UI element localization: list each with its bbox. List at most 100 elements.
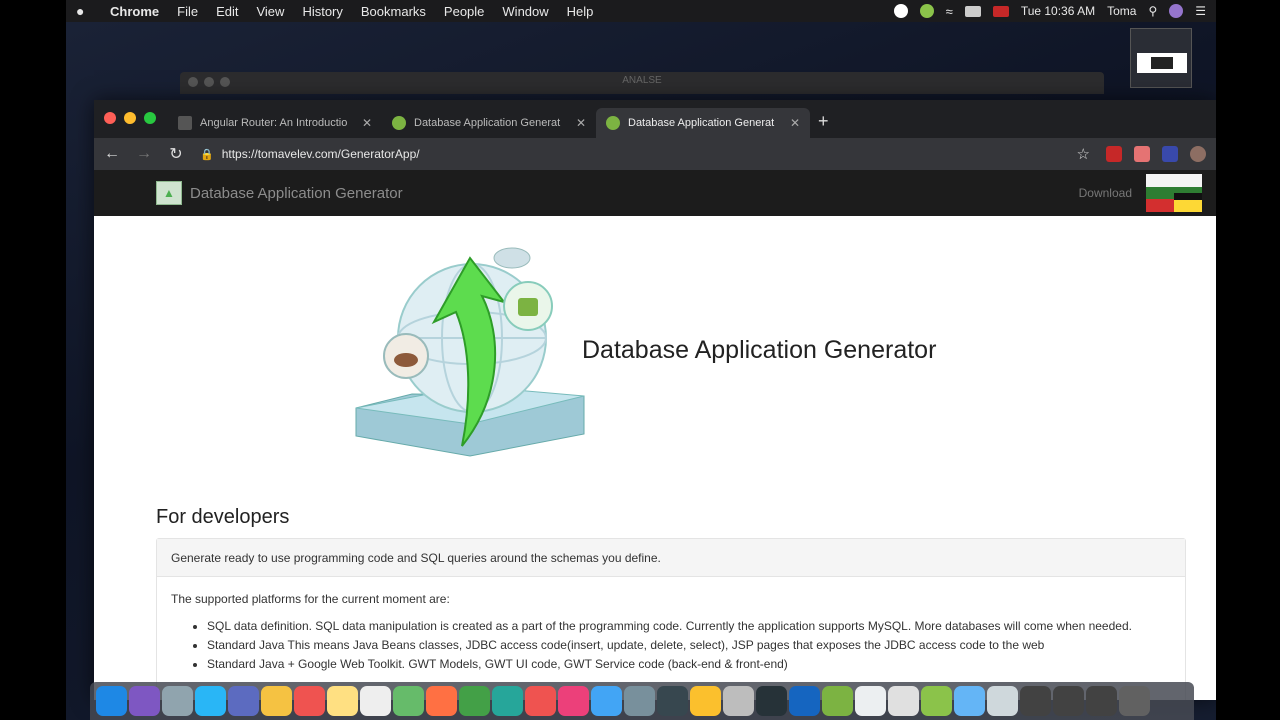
lock-icon[interactable]: 🔒 xyxy=(200,148,214,161)
language-flag-icon[interactable] xyxy=(1146,174,1202,212)
sync-icon[interactable] xyxy=(919,4,934,18)
close-tab-icon[interactable]: ✕ xyxy=(576,116,586,130)
menu-people[interactable]: People xyxy=(444,4,484,19)
minimize-window-icon[interactable] xyxy=(124,112,136,124)
android-icon[interactable] xyxy=(921,686,952,716)
android-studio-icon[interactable] xyxy=(822,686,853,716)
address-bar[interactable]: 🔒 https://tomavelev.com/GeneratorApp/ xyxy=(200,142,1061,166)
list-item: Standard Java This means Java Beans clas… xyxy=(207,637,1171,654)
record-icon[interactable] xyxy=(893,4,908,18)
tab-database-generator-2[interactable]: Database Application Generat ✕ xyxy=(596,108,810,138)
window-icon[interactable] xyxy=(987,686,1018,716)
menu-bar: ● Chrome File Edit View History Bookmark… xyxy=(66,0,1216,22)
close-tab-icon[interactable]: ✕ xyxy=(790,116,800,130)
finder-icon[interactable] xyxy=(96,686,127,716)
tab-bar: Angular Router: An Introductio ✕ Databas… xyxy=(94,100,1216,138)
photos-icon[interactable] xyxy=(426,686,457,716)
menu-window[interactable]: Window xyxy=(502,4,548,19)
flag-us-icon[interactable] xyxy=(992,5,1009,17)
appstore-icon[interactable] xyxy=(591,686,622,716)
itunes-icon[interactable] xyxy=(558,686,589,716)
list-item: SQL data definition. SQL data manipulati… xyxy=(207,618,1171,635)
font-book-icon[interactable] xyxy=(855,686,886,716)
trash-icon[interactable] xyxy=(1119,686,1150,716)
list-item: Standard Java + Google Web Toolkit. GWT … xyxy=(207,656,1171,673)
platforms-list: SQL data definition. SQL data manipulati… xyxy=(171,618,1171,673)
status-area: ≈ Tue 10:36 AM Toma ⚲ ☰ xyxy=(893,4,1206,19)
chrome-canary-icon[interactable] xyxy=(723,686,754,716)
tab-label: Database Application Generat xyxy=(414,117,561,129)
apple-menu-icon[interactable]: ● xyxy=(76,3,94,19)
browser-window: Angular Router: An Introductio ✕ Databas… xyxy=(94,100,1216,700)
window-icon[interactable] xyxy=(1086,686,1117,716)
extension-icon[interactable] xyxy=(1162,146,1178,162)
vscode-icon[interactable] xyxy=(789,686,820,716)
siri-icon[interactable] xyxy=(1169,4,1184,18)
android-icon xyxy=(606,116,620,130)
back-icon[interactable]: ← xyxy=(104,145,120,163)
siri-icon[interactable] xyxy=(129,686,160,716)
menu-help[interactable]: Help xyxy=(567,4,594,19)
new-tab-icon[interactable]: + xyxy=(818,111,829,132)
reload-icon[interactable]: ↻ xyxy=(168,144,184,164)
url-text[interactable]: https://tomavelev.com/GeneratorApp/ xyxy=(222,147,420,161)
launchpad-icon[interactable] xyxy=(162,686,193,716)
menu-view[interactable]: View xyxy=(256,4,284,19)
close-window-icon[interactable] xyxy=(104,112,116,124)
facetime-icon[interactable] xyxy=(492,686,523,716)
messages-icon[interactable] xyxy=(459,686,490,716)
menu-bookmarks[interactable]: Bookmarks xyxy=(361,4,426,19)
script-icon[interactable] xyxy=(888,686,919,716)
window-icon[interactable] xyxy=(1020,686,1051,716)
clock[interactable]: Tue 10:36 AM xyxy=(1021,4,1095,18)
menu-edit[interactable]: Edit xyxy=(216,4,238,19)
terminal-icon[interactable] xyxy=(756,686,787,716)
preview-icon[interactable] xyxy=(228,686,259,716)
menu-app-name[interactable]: Chrome xyxy=(110,4,159,19)
wifi-icon[interactable]: ≈ xyxy=(946,4,953,19)
maps-icon[interactable] xyxy=(393,686,424,716)
battery-icon[interactable] xyxy=(964,5,981,17)
dock xyxy=(90,682,1194,720)
extension-icon[interactable] xyxy=(1134,146,1150,162)
textedit-icon[interactable] xyxy=(360,686,391,716)
safari-icon[interactable] xyxy=(195,686,226,716)
settings-icon[interactable] xyxy=(624,686,655,716)
background-window-title: ANALSE xyxy=(622,75,662,86)
window-controls xyxy=(104,112,156,124)
panel-heading: Generate ready to use programming code a… xyxy=(157,539,1185,577)
notes-icon[interactable] xyxy=(261,686,292,716)
user-name[interactable]: Toma xyxy=(1107,4,1136,18)
menu-file[interactable]: File xyxy=(177,4,198,19)
calendar-icon[interactable] xyxy=(294,686,325,716)
angular-icon xyxy=(178,116,192,130)
download-link[interactable]: Download xyxy=(1079,186,1132,200)
window-icon[interactable] xyxy=(1053,686,1084,716)
extension-icon[interactable] xyxy=(1106,146,1122,162)
forward-icon[interactable]: → xyxy=(136,145,152,163)
screenshot-thumbnail[interactable] xyxy=(1130,28,1192,88)
site-logo-icon[interactable]: ▲ xyxy=(156,181,182,205)
background-window-controls xyxy=(188,77,230,87)
news-icon[interactable] xyxy=(525,686,556,716)
tab-database-generator-1[interactable]: Database Application Generat ✕ xyxy=(382,108,596,138)
notifications-icon[interactable]: ☰ xyxy=(1195,4,1206,18)
thumbnail-content xyxy=(1151,57,1173,69)
developers-panel: Generate ready to use programming code a… xyxy=(156,538,1186,700)
chrome-icon[interactable] xyxy=(690,686,721,716)
search-icon[interactable]: ⚲ xyxy=(1148,4,1157,18)
stickies-icon[interactable] xyxy=(327,686,358,716)
site-brand[interactable]: Database Application Generator xyxy=(190,185,403,202)
zoom-window-icon[interactable] xyxy=(144,112,156,124)
tab-angular-router[interactable]: Angular Router: An Introductio ✕ xyxy=(168,108,382,138)
unknown-icon[interactable] xyxy=(657,686,688,716)
close-tab-icon[interactable]: ✕ xyxy=(362,116,372,130)
folder-icon[interactable] xyxy=(954,686,985,716)
profile-avatar[interactable] xyxy=(1190,146,1206,162)
section-heading: For developers xyxy=(156,506,290,528)
hero-logo-image xyxy=(355,247,585,457)
bookmark-star-icon[interactable]: ☆ xyxy=(1077,145,1090,163)
background-window[interactable]: ANALSE xyxy=(180,72,1104,94)
desktop-edge-right xyxy=(1216,0,1280,720)
menu-history[interactable]: History xyxy=(302,4,342,19)
